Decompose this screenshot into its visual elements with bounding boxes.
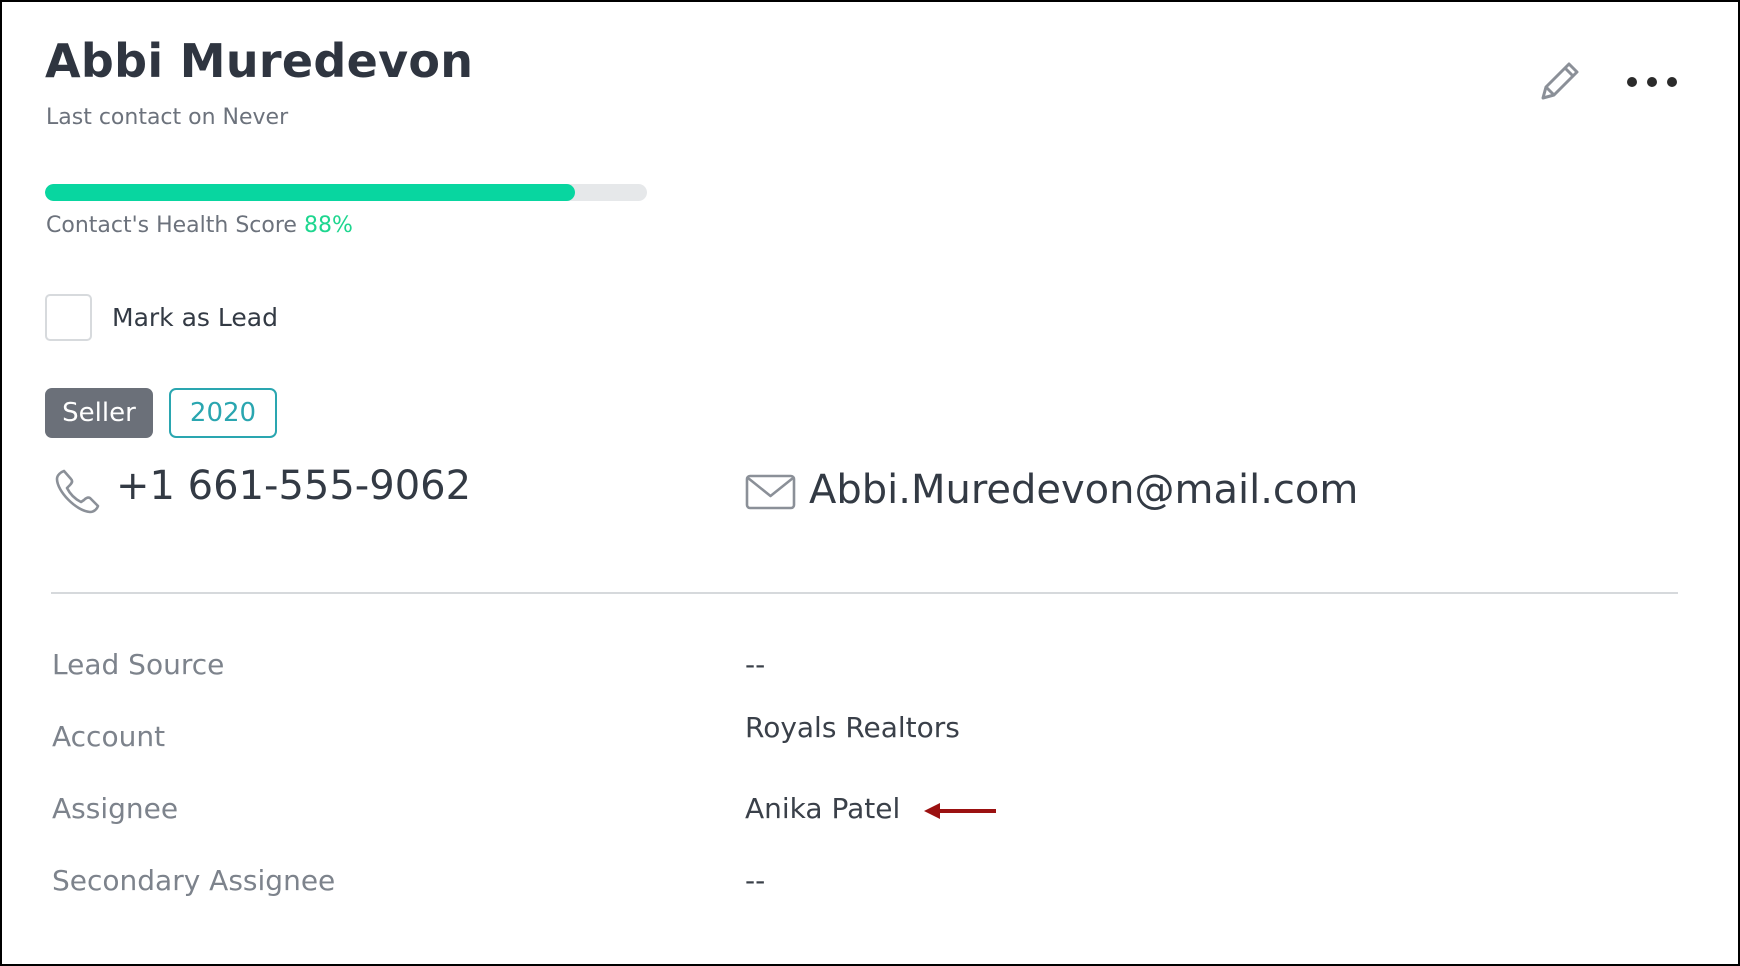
contact-card: Abbi Muredevon Last contact on Never Con… [0,0,1740,966]
field-value-lead-source[interactable]: -- [745,648,765,681]
more-dot-icon [1627,77,1637,87]
phone-icon[interactable] [52,465,104,517]
contact-name: Abbi Muredevon [45,34,474,88]
health-score-bar [45,184,647,201]
tag-2020[interactable]: 2020 [169,388,277,438]
more-dot-icon [1667,77,1677,87]
field-value-secondary-assignee[interactable]: -- [745,864,765,897]
red-arrow-left-icon [922,800,998,822]
field-label-assignee: Assignee [52,792,179,825]
email-link[interactable]: Abbi.Muredevon@mail.com [809,467,1358,513]
mail-icon[interactable] [745,473,797,511]
health-score-caption: Contact's Health Score 88% [46,213,353,238]
field-label-account: Account [52,720,166,753]
health-score-fill [45,184,575,201]
field-value-assignee[interactable]: Anika Patel [745,792,900,825]
field-label-secondary-assignee: Secondary Assignee [52,864,336,897]
mark-as-lead-checkbox[interactable] [45,294,92,341]
health-score-value: 88% [303,213,353,238]
health-score-label: Contact's Health Score [46,213,297,238]
section-divider [51,592,1678,594]
last-contact-text: Last contact on Never [46,105,289,130]
mark-as-lead-label[interactable]: Mark as Lead [112,303,278,332]
field-label-lead-source: Lead Source [52,648,225,681]
phone-number-link[interactable]: +1 661-555-9062 [116,463,471,509]
more-options-button[interactable] [1622,64,1682,100]
more-dot-icon [1647,77,1657,87]
tag-seller[interactable]: Seller [45,388,153,438]
field-value-account[interactable]: Royals Realtors [745,711,960,744]
edit-button[interactable] [1530,54,1586,110]
pencil-icon [1541,62,1579,100]
